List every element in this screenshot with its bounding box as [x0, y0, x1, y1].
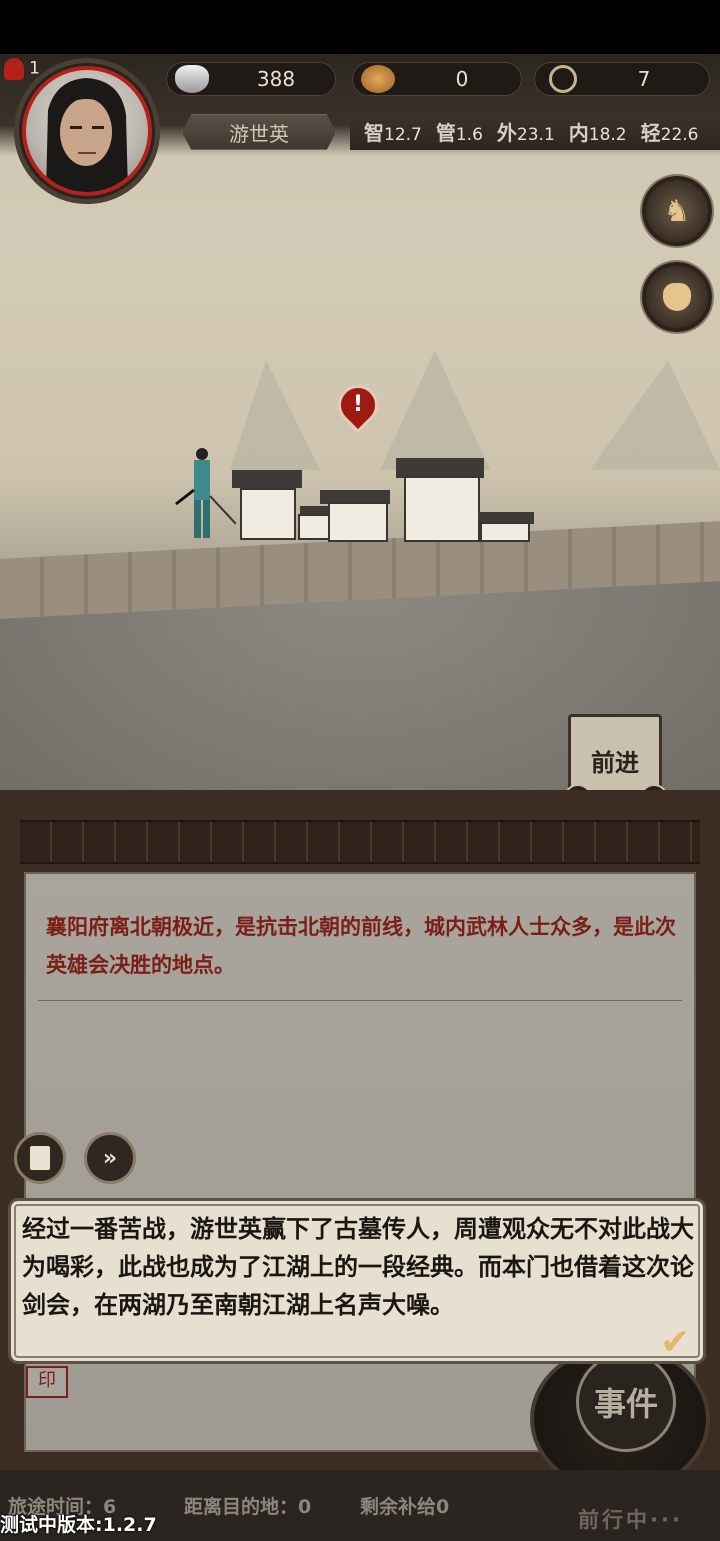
- bag-button[interactable]: [642, 262, 712, 332]
- roof: [232, 470, 302, 488]
- distance-to-destination: 距离目的地：0: [184, 1496, 312, 1518]
- wheel-counter: 7: [534, 62, 710, 96]
- hero-figure: [175, 446, 236, 542]
- divider: [38, 1000, 682, 1001]
- version-label: 测试中版本:1.2.7: [0, 1514, 157, 1536]
- status-bar: [0, 0, 720, 54]
- building: [404, 476, 480, 542]
- player-level: 1: [4, 58, 40, 80]
- stat-wisdom: 智12.7: [364, 120, 422, 145]
- attribute-stats: 智12.7 管1.6 外23.1 内18.2 轻22.6: [350, 112, 720, 150]
- silver-counter: 388: [166, 62, 336, 96]
- check-icon[interactable]: ✔: [660, 1322, 690, 1363]
- stat-management: 管1.6: [435, 120, 483, 145]
- roof: [396, 458, 484, 478]
- seal-stamp: 印: [26, 1366, 68, 1398]
- building: [480, 522, 530, 542]
- dialog-text: 经过一番苦战，游世英赢下了古墓传人，周遭观众无不对此战大为喝彩，此战也成为了江湖…: [22, 1215, 694, 1319]
- horse-button[interactable]: ♞: [642, 176, 712, 246]
- fast-forward-button[interactable]: »: [84, 1132, 136, 1184]
- silver-ingot-icon: [175, 65, 209, 93]
- location-description: 襄阳府离北朝极近，是抗击北朝的前线，城内武林人士众多，是此次英雄会决胜的地点。: [46, 915, 676, 977]
- wheel-icon: [549, 65, 577, 93]
- person-icon: [4, 58, 24, 80]
- stat-agility: 轻22.6: [640, 120, 699, 145]
- panel-ornament: [20, 820, 700, 864]
- log-button[interactable]: [14, 1132, 66, 1184]
- avatar[interactable]: [22, 66, 152, 196]
- travel-state: 前行中···: [578, 1508, 683, 1532]
- stat-external: 外23.1: [496, 120, 555, 145]
- coins-icon: [361, 65, 395, 93]
- player-name: 游世英: [182, 114, 336, 150]
- bag-icon: [663, 283, 691, 311]
- coin-counter: 0: [352, 62, 522, 96]
- building: [328, 502, 388, 542]
- fast-forward-icon: »: [102, 1145, 118, 1171]
- horse-icon: ♞: [663, 193, 691, 229]
- stat-internal: 内18.2: [568, 120, 627, 145]
- remaining-supplies: 剩余补给0: [360, 1496, 450, 1518]
- event-button[interactable]: 事件: [576, 1352, 676, 1452]
- building: [240, 488, 296, 540]
- log-icon: [30, 1146, 50, 1170]
